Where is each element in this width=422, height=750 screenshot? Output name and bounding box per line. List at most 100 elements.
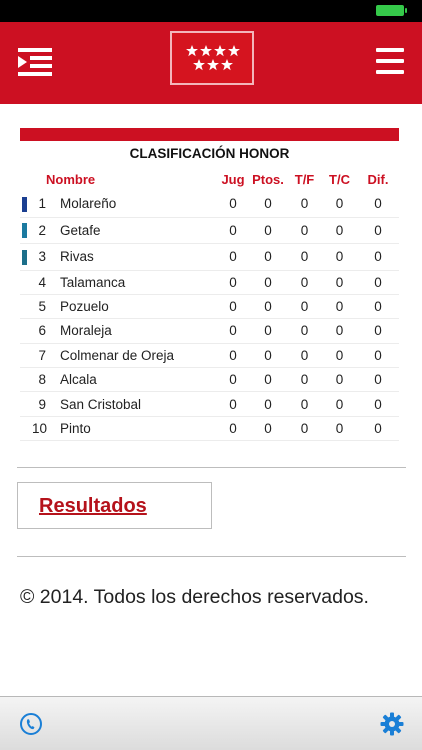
team-name-cell: Colmenar de Oreja (52, 344, 217, 369)
jug-cell: 0 (217, 417, 249, 442)
table-row[interactable]: 6 Moraleja 0 0 0 0 0 (20, 319, 399, 344)
jug-cell: 0 (217, 271, 249, 295)
header-dif: Dif. (367, 171, 389, 187)
tc-cell: 0 (322, 295, 357, 320)
ptos-cell: 0 (249, 368, 287, 393)
dif-cell: 0 (357, 417, 399, 442)
tf-cell: 0 (287, 191, 322, 218)
dif-cell: 0 (357, 218, 399, 244)
table-row[interactable]: 8 Alcala 0 0 0 0 0 (20, 368, 399, 393)
tf-cell: 0 (287, 218, 322, 244)
table-row[interactable]: 10 Pinto 0 0 0 0 0 (20, 417, 399, 442)
dif-cell: 0 (357, 392, 399, 417)
table-row[interactable]: 5 Pozuelo 0 0 0 0 0 (20, 295, 399, 320)
position-cell: 4 (32, 271, 52, 295)
dif-cell: 0 (357, 271, 399, 295)
dif-cell: 0 (357, 344, 399, 369)
ptos-cell: 0 (249, 191, 287, 218)
header-jug: Jug (221, 171, 245, 187)
table-row[interactable]: 2 Getafe 0 0 0 0 0 (20, 218, 399, 244)
position-cell: 1 (32, 191, 52, 218)
team-color-marker (22, 249, 27, 265)
tf-cell: 0 (287, 244, 322, 271)
tc-cell: 0 (322, 271, 357, 295)
team-name-cell: Rivas (52, 244, 217, 271)
tc-cell: 0 (322, 392, 357, 417)
table-row[interactable]: 1 Molareño 0 0 0 0 0 (20, 191, 399, 218)
hamburger-menu-icon[interactable] (376, 48, 404, 74)
ptos-cell: 0 (249, 392, 287, 417)
tc-cell: 0 (322, 319, 357, 344)
position-cell: 2 (32, 218, 52, 244)
tf-cell: 0 (287, 417, 322, 442)
standings-header-bar (20, 128, 399, 141)
resultados-link[interactable]: Resultados (39, 495, 147, 518)
tf-cell: 0 (287, 392, 322, 417)
header-tc: T/C (329, 171, 350, 187)
position-cell: 7 (32, 344, 52, 369)
gear-icon[interactable] (380, 712, 404, 736)
jug-cell: 0 (217, 295, 249, 320)
tf-cell: 0 (287, 319, 322, 344)
top-navigation-bar (0, 22, 422, 104)
table-row[interactable]: 3 Rivas 0 0 0 0 0 (20, 244, 399, 271)
resultados-button[interactable]: Resultados (17, 482, 212, 529)
table-row[interactable]: 4 Talamanca 0 0 0 0 0 (20, 271, 399, 295)
dif-cell: 0 (357, 368, 399, 393)
position-cell: 10 (32, 417, 52, 442)
table-row[interactable]: 9 San Cristobal 0 0 0 0 0 (20, 392, 399, 417)
team-color-marker (22, 223, 27, 239)
header-nombre: Nombre (46, 171, 96, 187)
dif-cell: 0 (357, 244, 399, 271)
tf-cell: 0 (287, 368, 322, 393)
tf-cell: 0 (287, 344, 322, 369)
jug-cell: 0 (217, 368, 249, 393)
position-cell: 6 (32, 319, 52, 344)
team-name-cell: San Cristobal (52, 392, 217, 417)
madrid-flag-logo[interactable] (170, 31, 254, 85)
team-name-cell: Pozuelo (52, 295, 217, 320)
copyright-text: © 2014. Todos los derechos reservados. (20, 586, 369, 608)
tc-cell: 0 (322, 191, 357, 218)
standings-table: Nombre Jug Ptos. T/F T/C Dif. 1 Molareño 0… (20, 167, 399, 442)
header-ptos: Ptos. (252, 171, 284, 187)
ptos-cell: 0 (249, 218, 287, 244)
battery-icon (376, 5, 407, 16)
position-cell: 9 (32, 392, 52, 417)
ptos-cell: 0 (249, 271, 287, 295)
position-cell: 5 (32, 295, 52, 320)
menu-list-icon[interactable] (18, 48, 52, 76)
tc-cell: 0 (322, 344, 357, 369)
ptos-cell: 0 (249, 417, 287, 442)
tc-cell: 0 (322, 244, 357, 271)
position-cell: 3 (32, 244, 52, 271)
tc-cell: 0 (322, 368, 357, 393)
dif-cell: 0 (357, 319, 399, 344)
dif-cell: 0 (357, 191, 399, 218)
jug-cell: 0 (217, 344, 249, 369)
ptos-cell: 0 (249, 344, 287, 369)
tc-cell: 0 (322, 218, 357, 244)
dif-cell: 0 (357, 295, 399, 320)
table-row[interactable]: 7 Colmenar de Oreja 0 0 0 0 0 (20, 344, 399, 369)
jug-cell: 0 (217, 319, 249, 344)
status-bar (0, 0, 422, 22)
divider (17, 467, 406, 468)
header-tf: T/F (294, 171, 315, 187)
team-name-cell: Molareño (52, 191, 217, 218)
bottom-toolbar (0, 696, 422, 750)
tc-cell: 0 (322, 417, 357, 442)
jug-cell: 0 (217, 244, 249, 271)
divider (17, 556, 406, 557)
phone-icon[interactable] (20, 713, 42, 735)
standings-title: CLASIFICACIÓN HONOR (129, 146, 290, 161)
team-color-marker (22, 196, 27, 212)
team-name-cell: Pinto (52, 417, 217, 442)
standings-header-row: Nombre Jug Ptos. T/F T/C Dif. (20, 167, 399, 191)
tf-cell: 0 (287, 295, 322, 320)
team-name-cell: Alcala (52, 368, 217, 393)
jug-cell: 0 (217, 392, 249, 417)
jug-cell: 0 (217, 191, 249, 218)
team-name-cell: Getafe (52, 218, 217, 244)
jug-cell: 0 (217, 218, 249, 244)
